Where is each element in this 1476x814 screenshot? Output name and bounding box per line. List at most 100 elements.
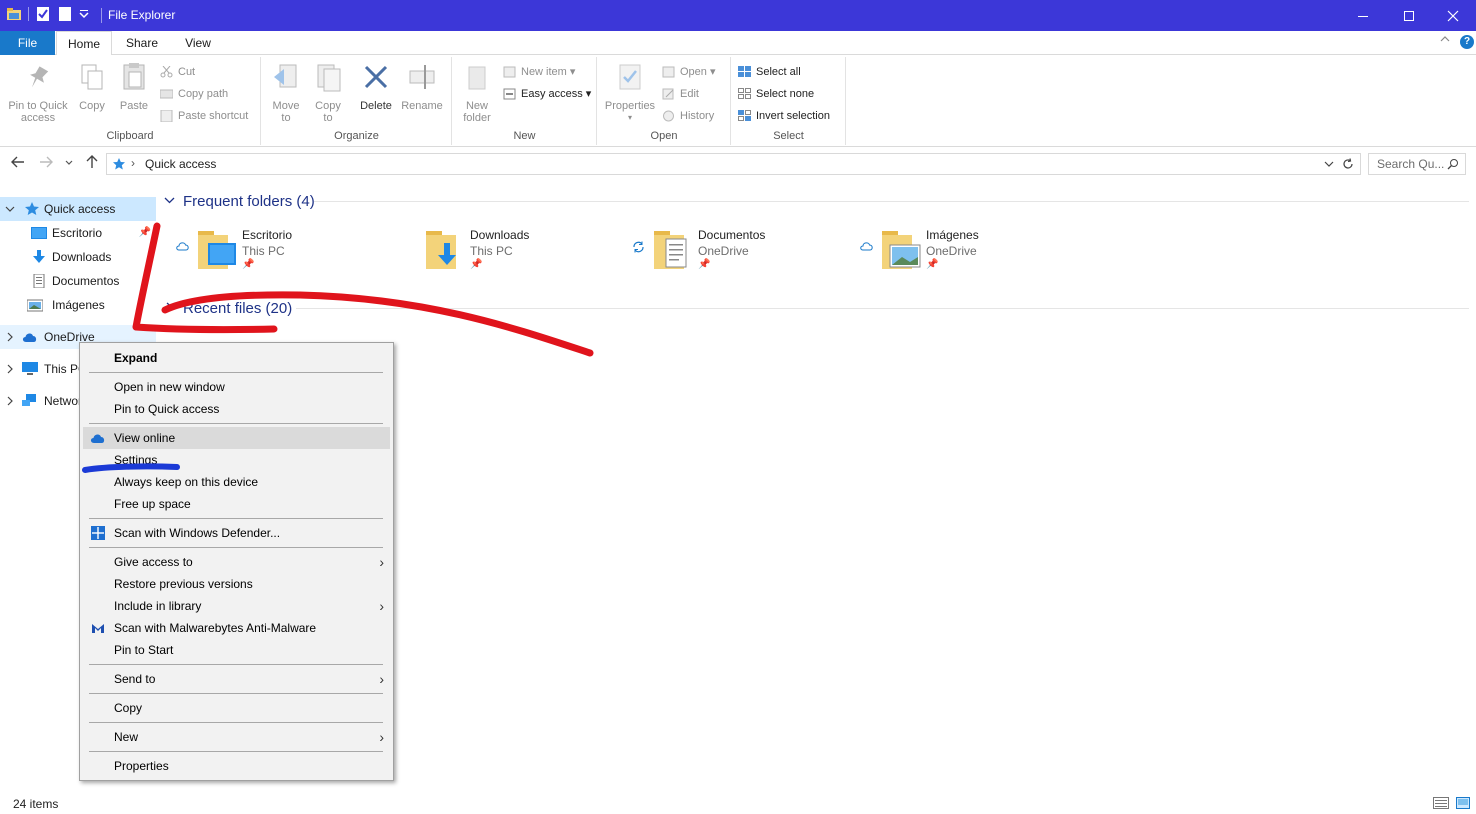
pin-to-quick-access-button[interactable]: Pin to Quick access [4,61,72,124]
easy-access-button[interactable]: Easy access ▾ [503,85,591,103]
nav-item-documentos[interactable]: Documentos [0,269,156,293]
search-input[interactable]: Search Qu... [1377,157,1444,171]
history-button[interactable]: History [662,107,714,125]
menu-item-restore-versions[interactable]: Restore previous versions [83,573,390,595]
downloads-folder-icon [426,231,456,269]
expand-arrow-icon[interactable] [5,389,15,413]
menu-item-include-library[interactable]: Include in library › [83,595,390,617]
menu-separator [89,664,383,665]
clipboard-group: Pin to Quick access Copy Paste Cut Copy … [0,57,261,145]
edit-button[interactable]: Edit [662,85,699,103]
new-folder-icon[interactable] [57,6,73,22]
close-button[interactable] [1430,0,1476,31]
recent-files-header[interactable]: Recent files (20) [164,297,292,319]
menu-item-copy[interactable]: Copy [83,697,390,719]
menu-item-view-online[interactable]: View online [83,427,390,449]
chevron-down-icon[interactable] [79,6,89,22]
move-to-button[interactable]: Move to [268,61,304,124]
menu-item-give-access[interactable]: Give access to › [83,551,390,573]
menu-item-pin-start[interactable]: Pin to Start [83,639,390,661]
collapse-ribbon-icon[interactable] [1440,35,1450,46]
tab-home[interactable]: Home [56,31,112,56]
menu-item-send-to[interactable]: Send to › [83,668,390,690]
pin-icon: 📌 [470,259,483,270]
new-item-button[interactable]: New item ▾ [503,63,575,81]
select-none-button[interactable]: Select none [738,85,814,103]
new-group-label: New [513,130,536,142]
details-view-icon[interactable] [1433,797,1449,809]
menu-item-properties[interactable]: Properties [83,755,390,777]
new-group: New folder New item ▾ Easy access ▾ New [453,57,597,145]
refresh-icon[interactable] [1342,158,1354,170]
menu-item-scan-defender[interactable]: Scan with Windows Defender... [83,522,390,544]
tab-view[interactable]: View [176,31,220,55]
menu-item-always-keep[interactable]: Always keep on this device [83,471,390,493]
large-icons-view-icon[interactable] [1456,797,1470,809]
recent-locations-button[interactable] [64,154,74,173]
folder-tile[interactable]: Documentos OneDrive 📌 [632,227,852,277]
copy-button[interactable]: Copy [76,61,108,112]
nav-item-imagenes[interactable]: Imágenes [0,293,156,317]
tab-share[interactable]: Share [118,31,166,55]
nav-quick-access[interactable]: Quick access [0,197,156,221]
chevron-down-icon[interactable] [1324,159,1334,169]
paste-shortcut-icon [160,110,173,122]
title-bar: File Explorer [0,0,1476,31]
up-button[interactable] [84,154,100,173]
nav-item-label: Imágenes [52,298,105,312]
history-icon [663,110,674,122]
expand-arrow-icon[interactable] [5,325,15,349]
expand-arrow-icon[interactable] [5,197,15,221]
address-path[interactable]: Quick access [145,157,216,171]
forward-button[interactable] [38,154,54,173]
open-button[interactable]: Open ▾ [662,63,716,81]
copy-to-button[interactable]: Copy to [310,61,346,124]
search-box[interactable]: Search Qu... [1368,153,1466,175]
menu-item-new[interactable]: New › [83,726,390,748]
copy-path-icon [160,89,173,99]
delete-button[interactable]: Delete [358,61,394,112]
properties-icon[interactable] [35,6,51,22]
help-icon[interactable]: ? [1460,35,1474,49]
folder-location: This PC [470,244,513,258]
nav-item-escritorio[interactable]: Escritorio 📌 [0,221,156,245]
tab-file[interactable]: File [0,31,55,55]
cut-button[interactable]: Cut [160,63,195,81]
copy-path-button[interactable]: Copy path [160,85,228,103]
paste-button[interactable]: Paste [116,61,152,112]
folder-tile[interactable]: Downloads This PC 📌 [404,227,624,277]
folder-tile[interactable]: Escritorio This PC 📌 [176,227,396,277]
status-bar: 24 items [0,792,1476,814]
back-button[interactable] [10,154,26,173]
copy-to-icon [317,64,341,92]
paste-shortcut-button[interactable]: Paste shortcut [160,107,248,125]
menu-item-pin-quick-access[interactable]: Pin to Quick access [83,398,390,420]
select-all-button[interactable]: Select all [738,63,801,81]
section-divider [314,201,1469,202]
chevron-right-icon: › [379,598,384,614]
chevron-down-icon [65,160,73,165]
properties-button[interactable]: Properties ▾ [602,61,658,124]
menu-item-open-new-window[interactable]: Open in new window [83,376,390,398]
nav-item-downloads[interactable]: Downloads [0,245,156,269]
frequent-folders-header[interactable]: Frequent folders (4) [164,190,315,212]
menu-item-settings[interactable]: Settings [83,449,390,471]
menu-item-scan-malwarebytes[interactable]: Scan with Malwarebytes Anti-Malware [83,617,390,639]
history-label: History [680,110,715,122]
address-bar[interactable]: › Quick access [106,153,1361,175]
menu-item-free-up-space[interactable]: Free up space [83,493,390,515]
pin-icon[interactable]: 📌 [139,221,151,245]
minimize-button[interactable] [1340,0,1386,31]
new-folder-label-2: folder [463,112,491,124]
new-item-label: New item [521,66,567,78]
maximize-button[interactable] [1386,0,1432,31]
network-icon [22,394,36,406]
delete-label: Delete [360,100,392,112]
menu-item-expand[interactable]: Expand [83,347,390,369]
expand-arrow-icon[interactable] [5,357,15,381]
rename-button[interactable]: Rename [400,61,444,112]
folder-tile[interactable]: Imágenes OneDrive 📌 [860,227,1080,277]
new-folder-button[interactable]: New folder [459,61,495,124]
folder-icon[interactable] [6,6,22,22]
invert-selection-button[interactable]: Invert selection [738,107,830,125]
